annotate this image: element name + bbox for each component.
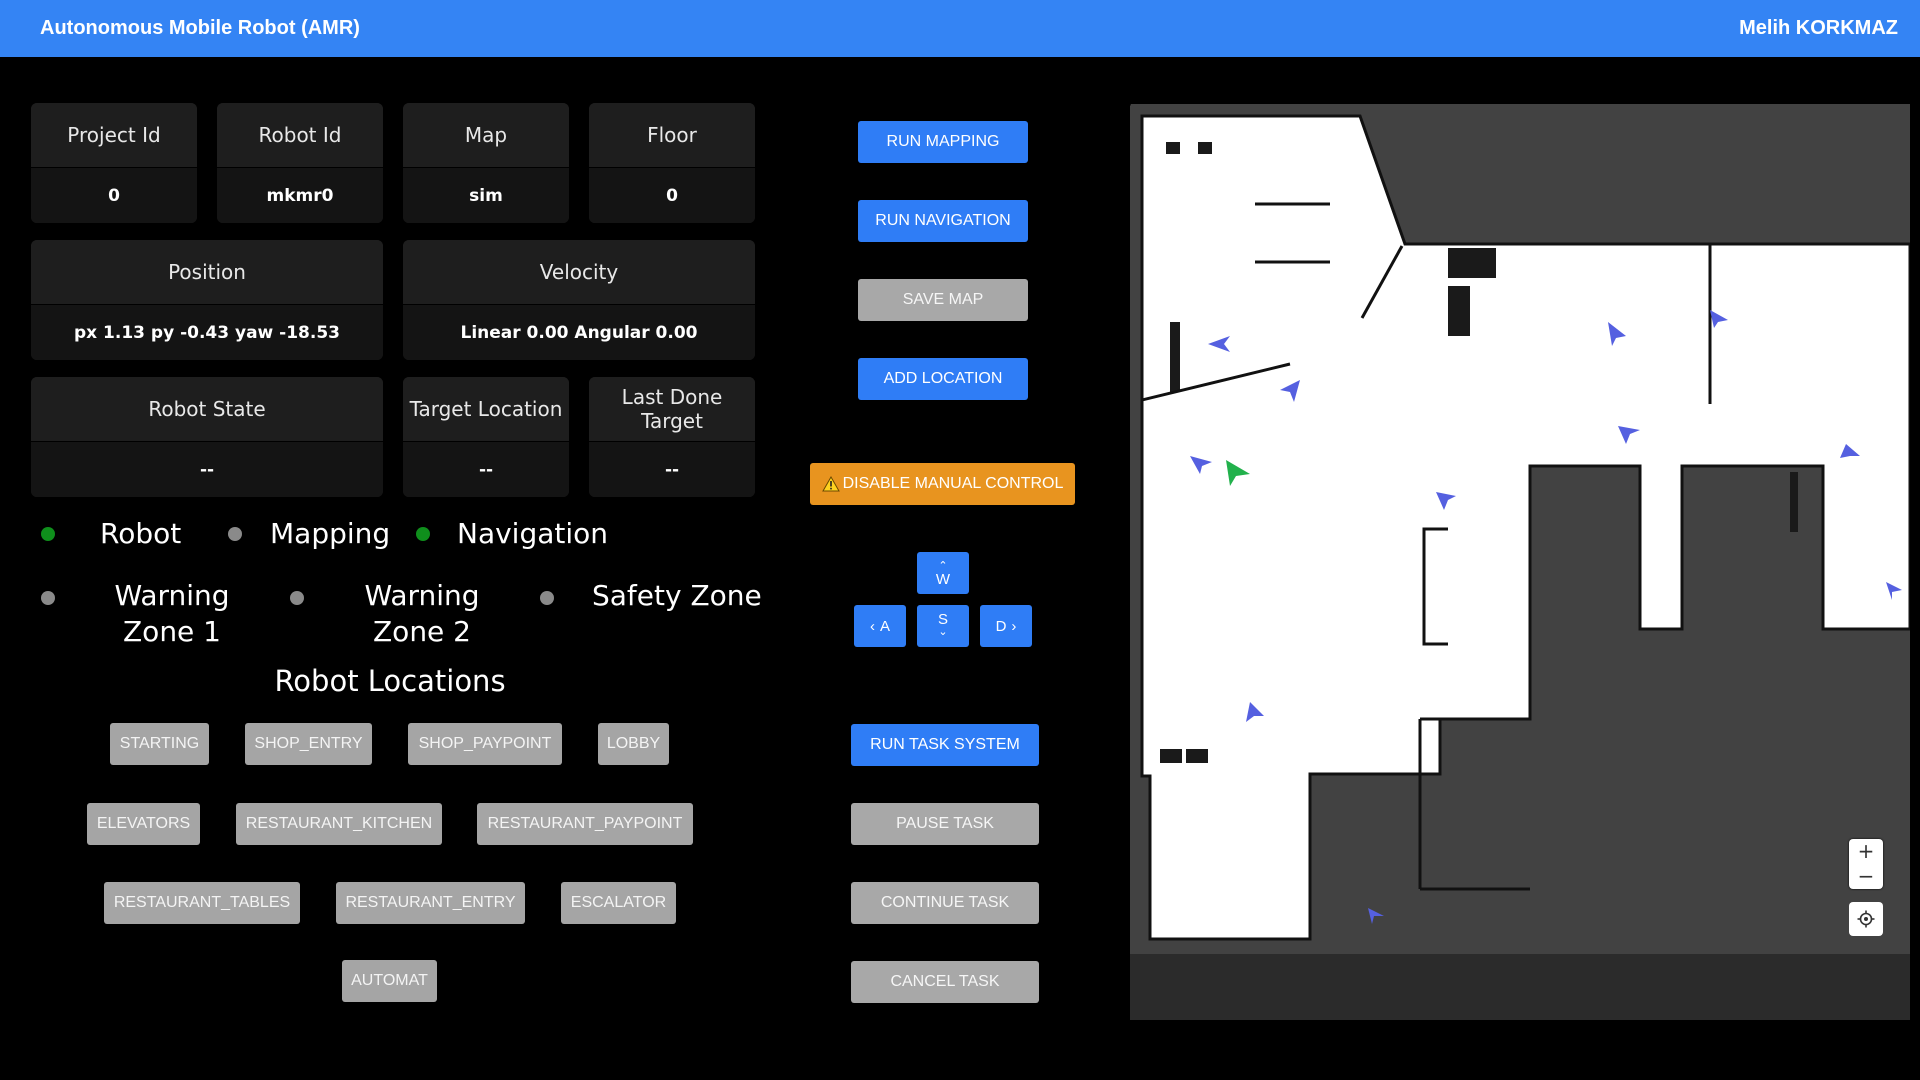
key-a-button[interactable]: ‹ A xyxy=(854,605,906,647)
run-mapping-button[interactable]: RUN MAPPING xyxy=(858,121,1028,163)
warning-zone-2-dot xyxy=(290,591,304,605)
key-w-button[interactable]: ⌃ W xyxy=(917,552,969,594)
robot-id-value: mkmr0 xyxy=(217,167,383,223)
key-s-label: S xyxy=(937,611,948,628)
run-navigation-button[interactable]: RUN NAVIGATION xyxy=(858,200,1028,242)
floor-card: Floor 0 xyxy=(589,103,755,223)
map-label: Map xyxy=(403,103,569,167)
floor-label: Floor xyxy=(589,103,755,167)
chevron-left-icon: ‹ xyxy=(869,617,875,635)
warning-zone-1-label-line2: Zone 1 xyxy=(123,615,221,648)
run-task-system-button[interactable]: RUN TASK SYSTEM xyxy=(851,724,1039,766)
zoom-out-button[interactable]: − xyxy=(1849,864,1883,889)
navigation-status-label: Navigation xyxy=(457,517,609,550)
velocity-label: Velocity xyxy=(403,240,755,304)
app-header: Autonomous Mobile Robot (AMR) Melih KORK… xyxy=(0,0,1920,57)
mapping-status-label: Mapping xyxy=(270,517,391,550)
mapping-status: Mapping xyxy=(270,516,390,552)
robot-id-label: Robot Id xyxy=(217,103,383,167)
cancel-task-button[interactable]: CANCEL TASK xyxy=(851,961,1039,1003)
project-id-card: Project Id 0 xyxy=(31,103,197,223)
robot-id-card: Robot Id mkmr0 xyxy=(217,103,383,223)
safety-zone-status: Safety Zone xyxy=(592,578,762,614)
last-done-target-value: -- xyxy=(589,441,755,497)
locate-button[interactable] xyxy=(1849,902,1883,936)
last-done-target-card: Last Done Target -- xyxy=(589,377,755,497)
floor-value: 0 xyxy=(589,167,755,223)
warning-zone-1-dot xyxy=(41,591,55,605)
navigation-status-dot xyxy=(416,527,430,541)
continue-task-button[interactable]: CONTINUE TASK xyxy=(851,882,1039,924)
velocity-value: Linear 0.00 Angular 0.00 xyxy=(403,304,755,360)
location-marker xyxy=(1368,908,1384,924)
location-button-restaurant-entry[interactable]: RESTAURANT_ENTRY xyxy=(336,882,525,924)
position-value: px 1.13 py -0.43 yaw -18.53 xyxy=(31,304,383,360)
zoom-control: + − xyxy=(1849,839,1883,889)
target-location-card: Target Location -- xyxy=(403,377,569,497)
warning-zone-1-label-line1: Warning xyxy=(114,579,230,612)
pause-task-button[interactable]: PAUSE TASK xyxy=(851,803,1039,845)
chevron-down-icon: ⌄ xyxy=(938,626,948,638)
key-a-label: A xyxy=(879,617,890,635)
robot-status-label: Robot xyxy=(100,517,182,550)
map-canvas[interactable] xyxy=(1130,102,1912,954)
robot-status: Robot xyxy=(100,516,181,552)
location-button-lobby[interactable]: LOBBY xyxy=(598,723,669,765)
target-location-value: -- xyxy=(403,441,569,497)
occupancy-map[interactable] xyxy=(1130,102,1912,1020)
key-d-label: D xyxy=(995,617,1007,635)
location-button-shop-paypoint[interactable]: SHOP_PAYPOINT xyxy=(408,723,562,765)
app-title: Autonomous Mobile Robot (AMR) xyxy=(40,17,360,39)
position-card: Position px 1.13 py -0.43 yaw -18.53 xyxy=(31,240,383,360)
warning-zone-2-label-line1: Warning xyxy=(364,579,480,612)
warning-icon xyxy=(821,476,840,492)
project-id-value: 0 xyxy=(31,167,197,223)
project-id-label: Project Id xyxy=(31,103,197,167)
map-value: sim xyxy=(403,167,569,223)
robot-status-dot xyxy=(41,527,55,541)
disable-manual-control-label: DISABLE MANUAL CONTROL xyxy=(842,475,1064,492)
key-d-button[interactable]: D › xyxy=(980,605,1032,647)
warning-zone-2-status: Warning Zone 2 xyxy=(358,578,486,650)
map-bottom-strip xyxy=(1130,954,1910,1020)
location-button-shop-entry[interactable]: SHOP_ENTRY xyxy=(245,723,372,765)
location-button-restaurant-kitchen[interactable]: RESTAURANT_KITCHEN xyxy=(236,803,442,845)
key-s-button[interactable]: S ⌄ xyxy=(917,605,969,647)
key-w-label: W xyxy=(935,571,951,588)
save-map-button[interactable]: SAVE MAP xyxy=(858,279,1028,321)
safety-zone-label: Safety Zone xyxy=(592,579,762,612)
location-button-starting[interactable]: STARTING xyxy=(110,723,209,765)
user-name: Melih KORKMAZ xyxy=(1739,17,1898,39)
robot-state-value: -- xyxy=(31,441,383,497)
robot-state-label: Robot State xyxy=(31,377,383,441)
mapping-status-dot xyxy=(228,527,242,541)
robot-state-card: Robot State -- xyxy=(31,377,383,497)
target-location-label: Target Location xyxy=(403,377,569,441)
safety-zone-dot xyxy=(540,591,554,605)
add-location-button[interactable]: ADD LOCATION xyxy=(858,358,1028,400)
warning-zone-1-status: Warning Zone 1 xyxy=(108,578,236,650)
last-done-target-label: Last Done Target xyxy=(589,377,755,441)
location-button-escalator[interactable]: ESCALATOR xyxy=(561,882,676,924)
position-label: Position xyxy=(31,240,383,304)
location-button-elevators[interactable]: ELEVATORS xyxy=(87,803,200,845)
zoom-in-button[interactable]: + xyxy=(1849,839,1883,864)
map-card: Map sim xyxy=(403,103,569,223)
crosshair-icon xyxy=(1857,910,1875,928)
location-button-restaurant-paypoint[interactable]: RESTAURANT_PAYPOINT xyxy=(477,803,693,845)
location-button-automat[interactable]: AUTOMAT xyxy=(342,960,437,1002)
navigation-status: Navigation xyxy=(457,516,608,552)
warning-zone-2-label-line2: Zone 2 xyxy=(373,615,471,648)
velocity-card: Velocity Linear 0.00 Angular 0.00 xyxy=(403,240,755,360)
location-button-restaurant-tables[interactable]: RESTAURANT_TABLES xyxy=(104,882,300,924)
robot-locations-title: Robot Locations xyxy=(274,664,506,698)
disable-manual-control-button[interactable]: DISABLE MANUAL CONTROL xyxy=(810,463,1075,505)
chevron-right-icon: › xyxy=(1011,617,1017,635)
